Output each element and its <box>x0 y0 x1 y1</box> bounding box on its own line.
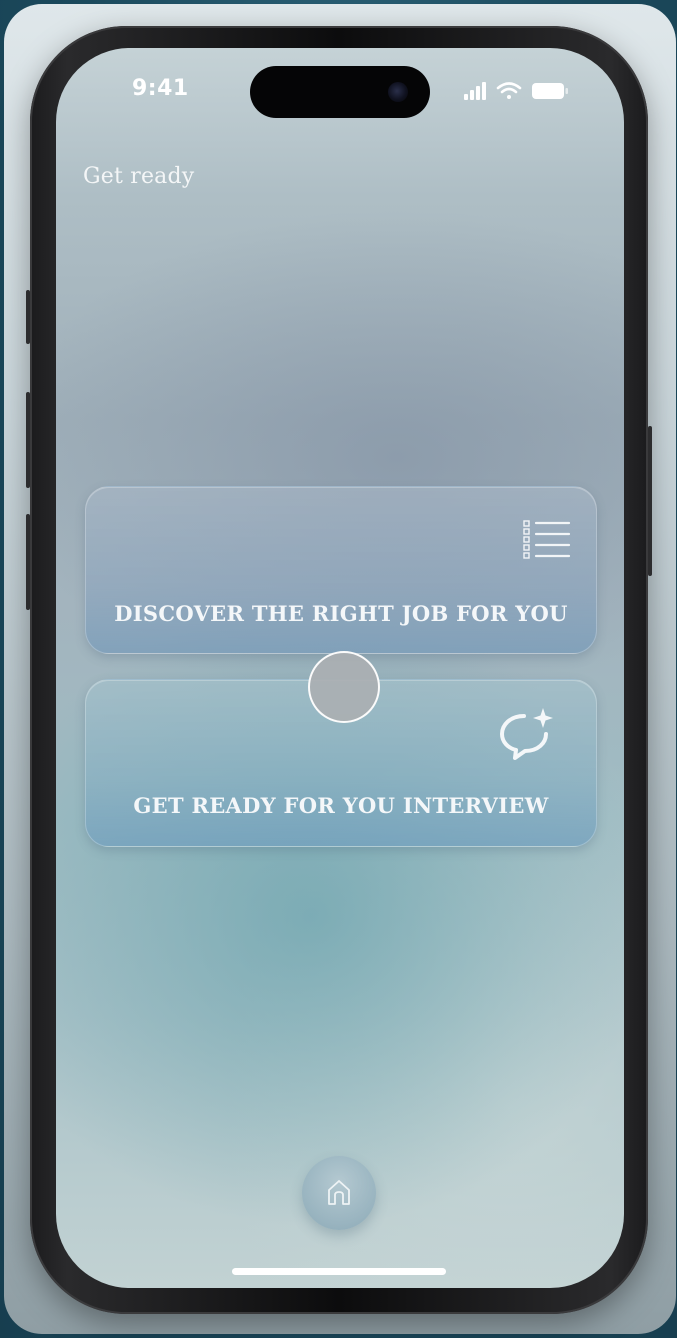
home-button[interactable] <box>302 1156 376 1230</box>
home-indicator[interactable] <box>232 1268 446 1275</box>
touch-indicator <box>308 651 380 723</box>
volume-down-button <box>26 514 30 610</box>
interview-prep-label: GET READY FOR YOU INTERVIEW <box>133 793 549 818</box>
dynamic-island <box>250 66 430 118</box>
checklist-icon <box>523 520 571 559</box>
battery-icon <box>532 83 568 99</box>
discover-job-label: DISCOVER THE RIGHT JOB FOR YOU <box>114 601 568 626</box>
action-button <box>26 290 30 344</box>
camera-lens-icon <box>388 82 408 102</box>
volume-up-button <box>26 392 30 488</box>
home-icon <box>328 1180 350 1205</box>
page-title: Get ready <box>83 164 195 189</box>
power-button <box>648 426 652 576</box>
cellular-signal-icon <box>464 82 486 100</box>
phone-screen: 9:41 Get ready DISCOVER THE RIGHT JOB FO… <box>56 48 624 1288</box>
status-time: 9:41 <box>132 76 189 101</box>
discover-job-card[interactable]: DISCOVER THE RIGHT JOB FOR YOU <box>85 486 597 654</box>
status-icons <box>464 82 568 100</box>
chat-sparkle-icon <box>500 708 553 760</box>
wifi-icon <box>496 82 522 99</box>
